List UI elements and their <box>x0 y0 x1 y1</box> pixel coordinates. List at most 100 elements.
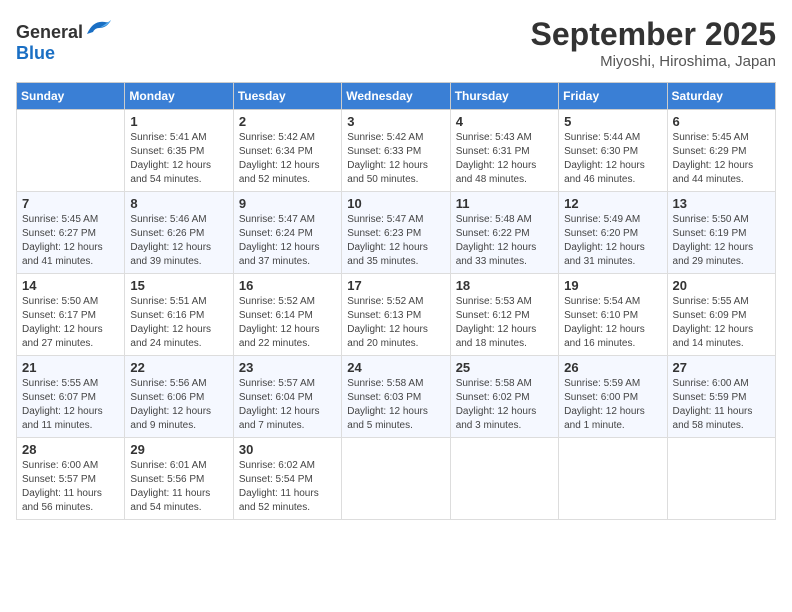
day-info: Sunrise: 5:43 AMSunset: 6:31 PMDaylight:… <box>456 131 553 187</box>
day-number: 24 <box>347 360 444 375</box>
day-number: 7 <box>22 196 119 211</box>
day-info: Sunrise: 5:58 AMSunset: 6:02 PMDaylight:… <box>456 377 553 433</box>
day-number: 17 <box>347 278 444 293</box>
column-header-wednesday: Wednesday <box>342 83 450 110</box>
day-info: Sunrise: 5:52 AMSunset: 6:13 PMDaylight:… <box>347 295 444 351</box>
column-header-saturday: Saturday <box>667 83 775 110</box>
calendar-cell: 17 Sunrise: 5:52 AMSunset: 6:13 PMDayligh… <box>342 274 450 356</box>
day-number: 21 <box>22 360 119 375</box>
day-info: Sunrise: 5:47 AMSunset: 6:23 PMDaylight:… <box>347 213 444 269</box>
calendar-cell: 27Sunrise: 6:00 AMSunset: 5:59 PMDayligh… <box>667 356 775 438</box>
calendar-cell: 30 Sunrise: 6:02 AMSunset: 5:54 PMDayligh… <box>233 438 341 520</box>
calendar-cell: 22 Sunrise: 5:56 AMSunset: 6:06 PMDayligh… <box>125 356 233 438</box>
day-number: 3 <box>347 114 444 129</box>
calendar-week-row: 14Sunrise: 5:50 AMSunset: 6:17 PMDayligh… <box>17 274 776 356</box>
calendar-cell: 26 Sunrise: 5:59 AMSunset: 6:00 PMDayligh… <box>559 356 667 438</box>
calendar-cell: 11 Sunrise: 5:48 AMSunset: 6:22 PMDayligh… <box>450 192 558 274</box>
calendar-cell: 10 Sunrise: 5:47 AMSunset: 6:23 PMDayligh… <box>342 192 450 274</box>
calendar-cell: 20Sunrise: 5:55 AMSunset: 6:09 PMDayligh… <box>667 274 775 356</box>
column-header-sunday: Sunday <box>17 83 125 110</box>
column-header-tuesday: Tuesday <box>233 83 341 110</box>
calendar-week-row: 1 Sunrise: 5:41 AMSunset: 6:35 PMDaylight… <box>17 110 776 192</box>
calendar-cell: 7Sunrise: 5:45 AMSunset: 6:27 PMDaylight… <box>17 192 125 274</box>
day-number: 16 <box>239 278 336 293</box>
calendar-cell: 16 Sunrise: 5:52 AMSunset: 6:14 PMDayligh… <box>233 274 341 356</box>
day-info: Sunrise: 5:51 AMSunset: 6:16 PMDaylight:… <box>130 295 227 351</box>
calendar-week-row: 21 Sunrise: 5:55 AMSunset: 6:07 PMDayligh… <box>17 356 776 438</box>
day-number: 19 <box>564 278 661 293</box>
calendar-cell: 23 Sunrise: 5:57 AMSunset: 6:04 PMDayligh… <box>233 356 341 438</box>
calendar-cell: 14Sunrise: 5:50 AMSunset: 6:17 PMDayligh… <box>17 274 125 356</box>
calendar-week-row: 28 Sunrise: 6:00 AMSunset: 5:57 PMDayligh… <box>17 438 776 520</box>
calendar-cell: 19 Sunrise: 5:54 AMSunset: 6:10 PMDayligh… <box>559 274 667 356</box>
day-number: 2 <box>239 114 336 129</box>
calendar-week-row: 7Sunrise: 5:45 AMSunset: 6:27 PMDaylight… <box>17 192 776 274</box>
day-info: Sunrise: 6:00 AMSunset: 5:59 PMDaylight:… <box>673 377 770 433</box>
day-info: Sunrise: 5:45 AMSunset: 6:29 PMDaylight:… <box>673 131 770 187</box>
location: Miyoshi, Hiroshima, Japan <box>531 53 776 70</box>
column-header-thursday: Thursday <box>450 83 558 110</box>
calendar-cell: 6Sunrise: 5:45 AMSunset: 6:29 PMDaylight… <box>667 110 775 192</box>
calendar-cell: 1 Sunrise: 5:41 AMSunset: 6:35 PMDaylight… <box>125 110 233 192</box>
calendar-cell: 3 Sunrise: 5:42 AMSunset: 6:33 PMDaylight… <box>342 110 450 192</box>
day-number: 25 <box>456 360 553 375</box>
calendar-cell: 18Sunrise: 5:53 AMSunset: 6:12 PMDayligh… <box>450 274 558 356</box>
logo-bird-icon <box>85 16 113 38</box>
calendar-cell: 25 Sunrise: 5:58 AMSunset: 6:02 PMDayligh… <box>450 356 558 438</box>
day-number: 12 <box>564 196 661 211</box>
page-header: General Blue September 2025 Miyoshi, Hir… <box>16 16 776 70</box>
calendar-table: SundayMondayTuesdayWednesdayThursdayFrid… <box>16 82 776 520</box>
calendar-cell: 9Sunrise: 5:47 AMSunset: 6:24 PMDaylight… <box>233 192 341 274</box>
day-info: Sunrise: 5:42 AMSunset: 6:34 PMDaylight:… <box>239 131 336 187</box>
calendar-cell: 2 Sunrise: 5:42 AMSunset: 6:34 PMDaylight… <box>233 110 341 192</box>
calendar-cell <box>17 110 125 192</box>
day-number: 11 <box>456 196 553 211</box>
calendar-header-row: SundayMondayTuesdayWednesdayThursdayFrid… <box>17 83 776 110</box>
day-number: 20 <box>673 278 770 293</box>
day-info: Sunrise: 5:41 AMSunset: 6:35 PMDaylight:… <box>130 131 227 187</box>
day-number: 28 <box>22 442 119 457</box>
calendar-cell <box>559 438 667 520</box>
day-info: Sunrise: 6:01 AMSunset: 5:56 PMDaylight:… <box>130 459 227 515</box>
day-info: Sunrise: 5:59 AMSunset: 6:00 PMDaylight:… <box>564 377 661 433</box>
day-number: 18 <box>456 278 553 293</box>
calendar-cell: 29Sunrise: 6:01 AMSunset: 5:56 PMDayligh… <box>125 438 233 520</box>
column-header-monday: Monday <box>125 83 233 110</box>
day-info: Sunrise: 5:55 AMSunset: 6:07 PMDaylight:… <box>22 377 119 433</box>
day-info: Sunrise: 5:48 AMSunset: 6:22 PMDaylight:… <box>456 213 553 269</box>
title-block: September 2025 Miyoshi, Hiroshima, Japan <box>531 16 776 70</box>
day-info: Sunrise: 5:58 AMSunset: 6:03 PMDaylight:… <box>347 377 444 433</box>
month-title: September 2025 <box>531 16 776 53</box>
day-number: 30 <box>239 442 336 457</box>
day-info: Sunrise: 5:54 AMSunset: 6:10 PMDaylight:… <box>564 295 661 351</box>
day-number: 26 <box>564 360 661 375</box>
logo: General Blue <box>16 16 113 64</box>
day-info: Sunrise: 6:00 AMSunset: 5:57 PMDaylight:… <box>22 459 119 515</box>
day-number: 4 <box>456 114 553 129</box>
day-number: 23 <box>239 360 336 375</box>
day-number: 8 <box>130 196 227 211</box>
day-info: Sunrise: 5:42 AMSunset: 6:33 PMDaylight:… <box>347 131 444 187</box>
calendar-cell: 8 Sunrise: 5:46 AMSunset: 6:26 PMDaylight… <box>125 192 233 274</box>
logo-text: General Blue <box>16 16 113 64</box>
calendar-cell <box>342 438 450 520</box>
day-number: 1 <box>130 114 227 129</box>
day-number: 10 <box>347 196 444 211</box>
calendar-cell: 5Sunrise: 5:44 AMSunset: 6:30 PMDaylight… <box>559 110 667 192</box>
calendar-cell: 21 Sunrise: 5:55 AMSunset: 6:07 PMDayligh… <box>17 356 125 438</box>
column-header-friday: Friday <box>559 83 667 110</box>
day-info: Sunrise: 5:49 AMSunset: 6:20 PMDaylight:… <box>564 213 661 269</box>
day-info: Sunrise: 5:56 AMSunset: 6:06 PMDaylight:… <box>130 377 227 433</box>
calendar-cell: 28 Sunrise: 6:00 AMSunset: 5:57 PMDayligh… <box>17 438 125 520</box>
day-info: Sunrise: 5:50 AMSunset: 6:17 PMDaylight:… <box>22 295 119 351</box>
calendar-cell <box>667 438 775 520</box>
logo-general: General <box>16 22 83 42</box>
day-info: Sunrise: 6:02 AMSunset: 5:54 PMDaylight:… <box>239 459 336 515</box>
calendar-cell: 4 Sunrise: 5:43 AMSunset: 6:31 PMDaylight… <box>450 110 558 192</box>
day-info: Sunrise: 5:52 AMSunset: 6:14 PMDaylight:… <box>239 295 336 351</box>
day-info: Sunrise: 5:57 AMSunset: 6:04 PMDaylight:… <box>239 377 336 433</box>
day-info: Sunrise: 5:50 AMSunset: 6:19 PMDaylight:… <box>673 213 770 269</box>
day-info: Sunrise: 5:46 AMSunset: 6:26 PMDaylight:… <box>130 213 227 269</box>
day-info: Sunrise: 5:47 AMSunset: 6:24 PMDaylight:… <box>239 213 336 269</box>
day-number: 22 <box>130 360 227 375</box>
